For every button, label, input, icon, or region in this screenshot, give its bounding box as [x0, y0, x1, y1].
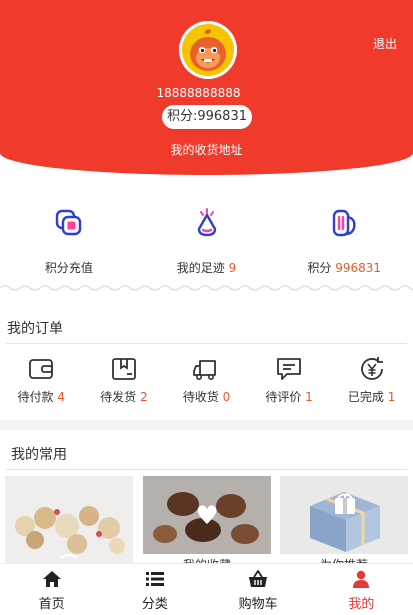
tab-label: 分类	[141, 597, 168, 612]
order-count: 4	[57, 390, 66, 404]
points-recharge-item[interactable]: 积分充值	[0, 195, 138, 280]
points-item[interactable]: 积分 996831	[275, 195, 413, 280]
comment-icon	[277, 358, 301, 380]
wave-divider	[0, 285, 413, 291]
order-status-row: 待付款 4 待发货 2 待收货 0 待评价 1 已完成 1	[0, 356, 413, 406]
common-tile[interactable]	[5, 476, 133, 566]
tab-home[interactable]: 首页	[0, 564, 103, 615]
points-badge: 积分:996831	[162, 105, 252, 129]
order-completed[interactable]: 已完成 1	[330, 356, 413, 406]
footprint-icon	[197, 208, 216, 237]
logout-button[interactable]: 退出	[373, 35, 397, 52]
quick-label: 我的足迹	[176, 261, 225, 275]
cookies-image	[5, 476, 133, 566]
mascot-avatar-icon	[179, 21, 237, 79]
wallet-icon	[29, 359, 54, 379]
points-icon	[332, 209, 356, 237]
tab-label: 首页	[38, 597, 65, 612]
points-count: 996831	[335, 261, 381, 275]
order-label: 已完成	[347, 390, 384, 404]
quick-actions: 积分充值 我的足迹 9 积分 996831	[0, 195, 413, 280]
order-label: 待发货	[100, 390, 137, 404]
profile-header: 退出 18888888888 积分:996831 我的收货地址	[0, 0, 413, 175]
divider	[6, 343, 407, 344]
truck-icon	[193, 360, 217, 380]
order-label: 待付款	[17, 390, 54, 404]
avatar[interactable]	[179, 21, 237, 79]
orders-title[interactable]: 我的订单	[7, 318, 63, 338]
tab-mine[interactable]: 我的	[310, 564, 413, 615]
gift-box-image	[280, 476, 408, 554]
chocolates-image	[143, 476, 271, 554]
order-count: 1	[387, 390, 396, 404]
order-count: 1	[305, 390, 313, 404]
divider	[6, 469, 407, 470]
phone-number: 18888888888	[156, 86, 241, 100]
yen-refresh-icon	[360, 357, 383, 380]
common-tiles: 我的收藏 为你推荐	[5, 476, 408, 566]
order-count: 2	[139, 390, 148, 404]
tab-label: 我的	[348, 597, 375, 612]
tab-category[interactable]: 分类	[103, 564, 206, 615]
order-pending-payment[interactable]: 待付款 4	[0, 356, 83, 406]
list-icon	[145, 572, 164, 586]
recommend-tile[interactable]: 为你推荐	[280, 476, 408, 566]
order-pending-shipment[interactable]: 待发货 2	[83, 356, 166, 406]
recharge-icon	[55, 209, 82, 236]
footprint-item[interactable]: 我的足迹 9	[138, 195, 276, 280]
quick-label: 积分充值	[44, 261, 93, 275]
quick-label: 积分	[307, 261, 332, 275]
common-title: 我的常用	[11, 447, 67, 463]
bottom-tabbar: 首页 分类 购物车 我的	[0, 563, 413, 615]
order-label: 待评价	[265, 390, 302, 404]
section-gap	[0, 420, 413, 430]
footprint-count: 9	[228, 261, 237, 275]
address-link[interactable]: 我的收货地址	[0, 141, 413, 158]
tab-cart[interactable]: 购物车	[207, 564, 310, 615]
order-count: 0	[222, 390, 231, 404]
favorites-tile[interactable]: 我的收藏	[143, 476, 271, 566]
tab-label: 购物车	[238, 597, 278, 612]
home-icon	[42, 571, 61, 587]
order-pending-receipt[interactable]: 待收货 0	[165, 356, 248, 406]
order-pending-review[interactable]: 待评价 1	[248, 356, 331, 406]
order-label: 待收货	[182, 390, 219, 404]
user-icon	[353, 570, 370, 588]
package-icon	[111, 358, 136, 380]
basket-icon	[249, 570, 268, 587]
